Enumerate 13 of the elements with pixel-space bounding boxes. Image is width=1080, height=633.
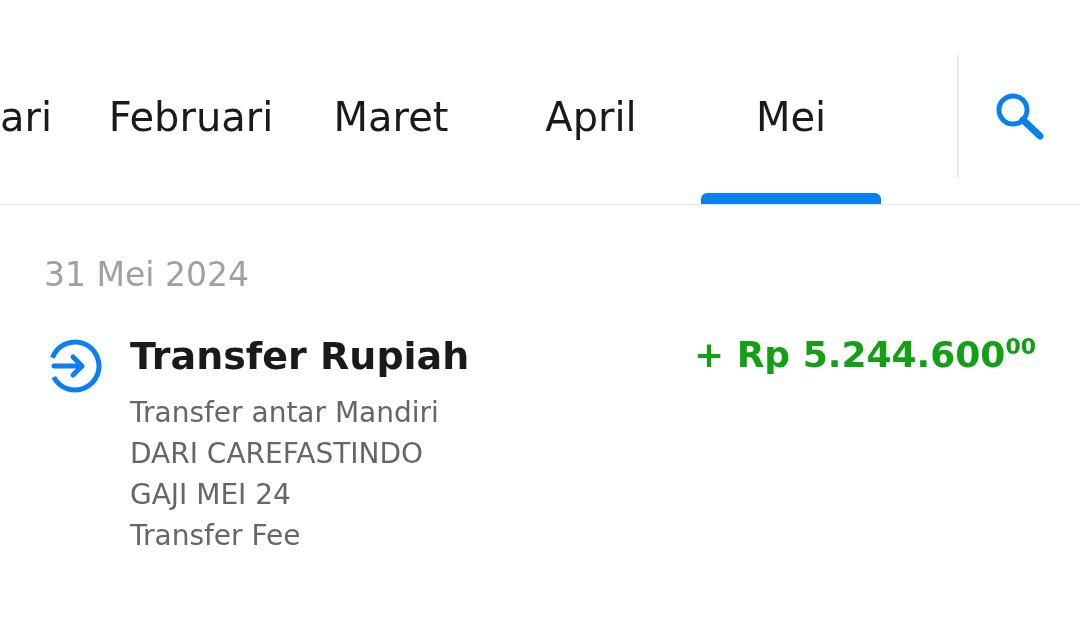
month-tab[interactable]: April — [491, 0, 691, 204]
transaction-title: Transfer Rupiah — [130, 334, 471, 378]
transaction-amount: + Rp 5.244.600$^{00}$ — [693, 334, 1036, 375]
transaction-detail: GAJI MEI 24 — [130, 477, 292, 513]
transaction-detail: Transfer antar Mandiri — [130, 395, 440, 431]
month-tab[interactable]: Maret — [291, 0, 491, 204]
transaction-detail: Transfer Fee — [130, 518, 302, 554]
month-tab[interactable]: Februari — [91, 0, 291, 204]
date-header: 31 Mei 2024 — [44, 255, 250, 294]
transfer-in-icon — [48, 339, 102, 393]
month-tab[interactable]: Mei — [691, 0, 891, 204]
transaction-detail: DARI CAREFASTINDO — [130, 436, 425, 472]
month-tab[interactable]: ari — [0, 0, 91, 204]
